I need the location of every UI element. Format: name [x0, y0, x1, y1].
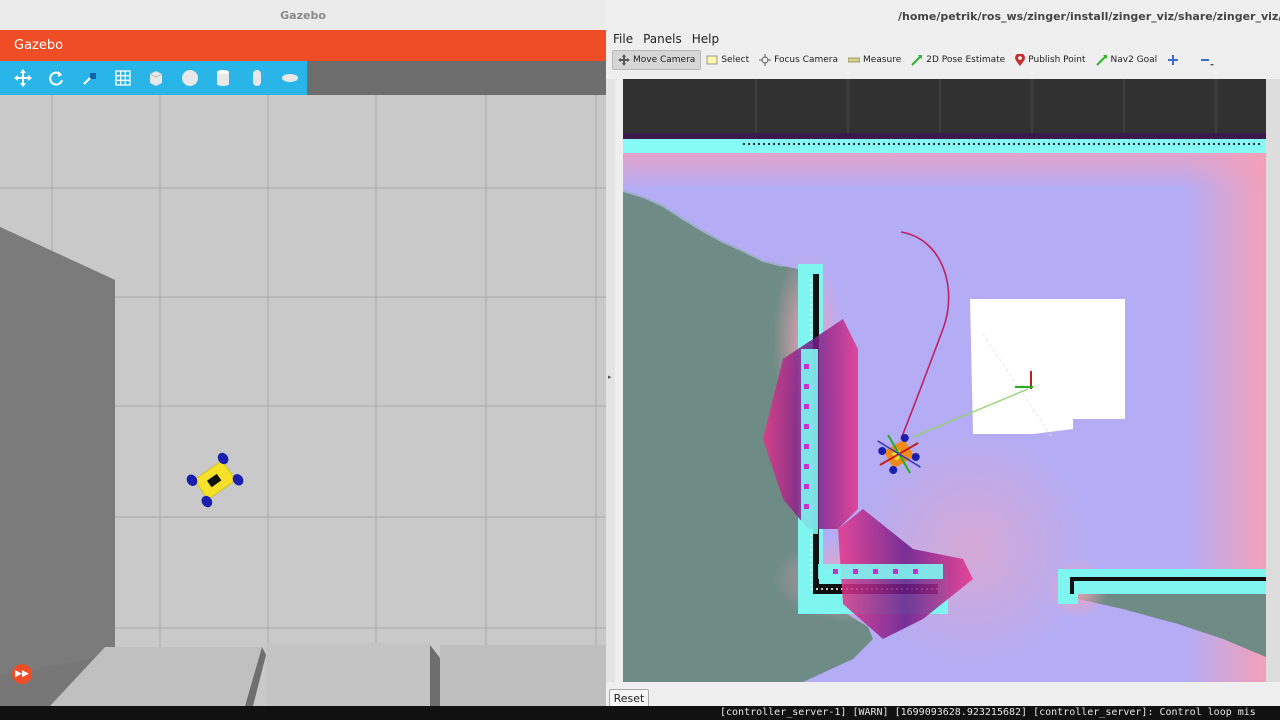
fast-forward-icon[interactable]: ▶▶: [12, 664, 32, 684]
grid-icon[interactable]: [106, 61, 139, 95]
select-icon: [706, 55, 718, 65]
rviz-3d-view[interactable]: [623, 79, 1266, 682]
rviz-title-text: /home/petrik/ros_ws/zinger/install/zinge…: [898, 10, 1280, 23]
rviz-window: /home/petrik/ros_ws/zinger/install/zinge…: [606, 0, 1280, 706]
box-icon[interactable]: [140, 61, 173, 95]
rviz-titlebar: /home/petrik/ros_ws/zinger/install/zinge…: [606, 6, 1280, 28]
sphere-icon[interactable]: [173, 61, 206, 95]
focus-camera-icon: [759, 54, 772, 66]
gazebo-toolbar: [0, 61, 307, 95]
menu-file[interactable]: File: [613, 32, 633, 46]
view-scrollbar[interactable]: [1266, 79, 1280, 682]
nav2-goal-icon: [1095, 55, 1107, 66]
ellipsoid-icon[interactable]: [274, 61, 307, 95]
cylinder-icon[interactable]: [207, 61, 240, 95]
nav2-goal-tool[interactable]: Nav2 Goal: [1091, 50, 1163, 70]
menu-panels[interactable]: Panels: [643, 32, 682, 46]
scale-icon[interactable]: [73, 61, 106, 95]
plus-icon: [1168, 55, 1179, 65]
measure-icon: [847, 57, 860, 63]
gazebo-3d-viewport[interactable]: [0, 95, 606, 706]
rviz-menubar: File Panels Help: [606, 30, 1280, 48]
terminal-log-line: [controller_server-1] [WARN] [1699093628…: [720, 707, 1256, 718]
gazebo-app-header: Gazebo: [0, 30, 606, 61]
reset-button[interactable]: Reset: [609, 689, 649, 706]
panel-collapse-handle[interactable]: ▸: [606, 79, 615, 682]
expand-arrow-icon: ▸: [608, 373, 612, 381]
capsule-icon[interactable]: [240, 61, 273, 95]
move-camera-label: Move Camera: [633, 55, 696, 65]
measure-tool[interactable]: Measure: [843, 50, 906, 70]
focus-camera-tool[interactable]: Focus Camera: [754, 50, 843, 70]
gazebo-toolbar-background: [307, 61, 606, 95]
minus-icon: [1201, 59, 1215, 66]
select-tool[interactable]: Select: [701, 50, 754, 70]
menu-help[interactable]: Help: [692, 32, 719, 46]
publish-point-label: Publish Point: [1028, 55, 1086, 65]
move-camera-tool[interactable]: Move Camera: [612, 50, 702, 70]
gazebo-titlebar: Gazebo: [0, 0, 606, 30]
measure-label: Measure: [862, 55, 902, 65]
publish-point-tool[interactable]: Publish Point: [1010, 50, 1090, 70]
add-tool-button[interactable]: [1162, 50, 1187, 70]
select-label: Select: [721, 55, 750, 65]
pose-estimate-label: 2D Pose Estimate: [926, 55, 1006, 65]
rotate-icon[interactable]: [39, 61, 72, 95]
terminal-strip: [controller_server-1] [WARN] [1699093628…: [0, 706, 1280, 720]
pose-estimate-icon: [911, 55, 923, 66]
rviz-bottom-bar: [606, 682, 1280, 706]
publish-point-icon: [1015, 54, 1026, 66]
rviz-toolbar: Move Camera Select Focus Camera Measure …: [612, 49, 1264, 71]
pose-estimate-tool[interactable]: 2D Pose Estimate: [906, 50, 1010, 70]
gazebo-window: Gazebo Gazebo ▶▶: [0, 0, 606, 706]
focus-camera-label: Focus Camera: [774, 55, 838, 65]
move-arrows-icon[interactable]: [6, 61, 39, 95]
move-camera-icon: [618, 54, 630, 66]
nav2-goal-label: Nav2 Goal: [1110, 55, 1158, 65]
remove-tool-button[interactable]: [1195, 50, 1222, 70]
